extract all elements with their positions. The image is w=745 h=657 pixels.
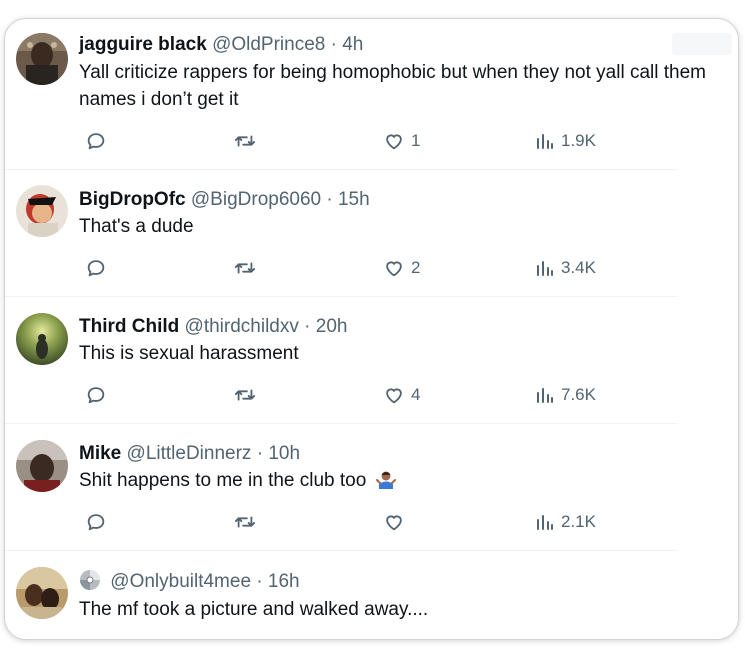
user-handle[interactable]: @thirdchildxv xyxy=(185,316,299,337)
tweet-header: BigDropOfc @BigDrop6060 · 15h xyxy=(79,188,370,212)
avatar[interactable] xyxy=(16,567,68,619)
replies-card: jagguire black @OldPrince8 · 4h Yall cri… xyxy=(4,18,739,640)
user-handle[interactable]: @BigDrop6060 xyxy=(191,189,321,210)
tweet-header: @Onlybuilt4mee · 16h xyxy=(79,569,300,594)
retweet-icon xyxy=(234,262,256,274)
user-handle[interactable]: @OldPrince8 xyxy=(212,34,325,55)
timestamp[interactable]: 10h xyxy=(268,443,300,464)
display-name[interactable]: BigDropOfc xyxy=(79,189,186,210)
views-button[interactable]: 3.4K xyxy=(535,256,596,280)
separator-dot: · xyxy=(330,34,337,55)
view-count: 1.9K xyxy=(561,131,596,150)
display-name[interactable]: jagguire black xyxy=(79,34,207,55)
timestamp[interactable]: 15h xyxy=(338,189,370,210)
reply-button[interactable] xyxy=(85,383,107,407)
user-handle[interactable]: @LittleDinnerz xyxy=(127,443,252,464)
person-shrugging-emoji xyxy=(375,471,396,489)
like-icon xyxy=(386,261,402,277)
like-count: 4 xyxy=(411,385,421,404)
action-bar: 2 3.4K xyxy=(79,256,639,280)
reply-button[interactable] xyxy=(85,510,107,534)
reply-icon xyxy=(87,387,105,404)
like-count: 2 xyxy=(411,258,421,277)
action-bar: 1 1.9K xyxy=(79,129,639,153)
avatar[interactable] xyxy=(16,440,68,492)
views-icon xyxy=(537,134,553,149)
views-icon xyxy=(537,261,553,276)
views-button[interactable]: 7.6K xyxy=(535,383,596,407)
tweet-reply[interactable]: jagguire black @OldPrince8 · 4h Yall cri… xyxy=(5,19,706,170)
view-count: 3.4K xyxy=(561,258,596,277)
cd-disc-icon xyxy=(80,570,100,590)
views-button[interactable]: 2.1K xyxy=(535,510,596,534)
display-name[interactable]: Mike xyxy=(79,443,121,464)
reply-icon xyxy=(87,133,105,150)
separator-dot: · xyxy=(326,189,333,210)
tweet-text: Yall criticize rappers for being homopho… xyxy=(79,62,706,110)
reply-button[interactable] xyxy=(85,256,107,280)
reply-icon xyxy=(87,514,105,531)
like-icon xyxy=(386,515,402,531)
timestamp[interactable]: 16h xyxy=(268,571,300,592)
separator-dot: · xyxy=(256,571,263,592)
tweet-text: Shit happens to me in the club too xyxy=(79,467,738,494)
avatar[interactable] xyxy=(16,313,68,365)
separator-dot: · xyxy=(256,443,264,464)
tweet-text: The mf took a picture and walked away...… xyxy=(79,599,429,620)
retweet-button[interactable] xyxy=(233,383,257,407)
user-handle[interactable]: @Onlybuilt4mee xyxy=(110,571,251,592)
retweet-icon xyxy=(234,135,256,147)
tweet-reply[interactable]: Mike @LittleDinnerz · 10h Shit happens t… xyxy=(5,423,677,551)
like-button[interactable]: 2 xyxy=(383,256,420,280)
tweet-text: That's a dude xyxy=(79,216,194,237)
tweet-reply[interactable]: @Onlybuilt4mee · 16h The mf took a pictu… xyxy=(5,550,677,639)
blurred-region xyxy=(672,33,732,55)
tweet-text: This is sexual harassment xyxy=(79,343,299,364)
like-button[interactable]: 4 xyxy=(383,383,420,407)
avatar[interactable] xyxy=(16,185,68,237)
avatar[interactable] xyxy=(16,33,68,85)
like-button[interactable]: 1 xyxy=(383,129,420,153)
like-count: 1 xyxy=(411,131,421,150)
views-button[interactable]: 1.9K xyxy=(535,129,596,153)
tweet-header: Mike @LittleDinnerz · 10h xyxy=(79,442,300,466)
timestamp[interactable]: 4h xyxy=(342,34,363,55)
retweet-button[interactable] xyxy=(233,256,257,280)
tweet-header: jagguire black @OldPrince8 · 4h xyxy=(79,33,363,57)
reply-icon xyxy=(87,260,105,277)
view-count: 2.1K xyxy=(561,512,596,531)
separator-dot: · xyxy=(304,316,311,337)
views-icon xyxy=(537,388,553,403)
display-name[interactable]: Third Child xyxy=(79,316,179,337)
retweet-button[interactable] xyxy=(233,129,257,153)
tweet-reply[interactable]: Third Child @thirdchildxv · 20h This is … xyxy=(5,296,677,424)
action-bar: 4 7.6K xyxy=(79,383,639,407)
timestamp[interactable]: 20h xyxy=(316,316,348,337)
like-button[interactable] xyxy=(383,510,405,534)
like-icon xyxy=(386,134,402,150)
like-icon xyxy=(386,388,402,404)
retweet-icon xyxy=(234,516,256,528)
view-count: 7.6K xyxy=(561,385,596,404)
retweet-icon xyxy=(234,389,256,401)
tweet-header: Third Child @thirdchildxv · 20h xyxy=(79,315,347,339)
views-icon xyxy=(537,515,553,530)
action-bar: 2.1K xyxy=(79,510,639,534)
tweet-reply[interactable]: BigDropOfc @BigDrop6060 · 15h That's a d… xyxy=(5,169,677,297)
tweet-text-content: Shit happens to me in the club too xyxy=(79,470,367,491)
reply-button[interactable] xyxy=(85,129,107,153)
retweet-button[interactable] xyxy=(233,510,257,534)
